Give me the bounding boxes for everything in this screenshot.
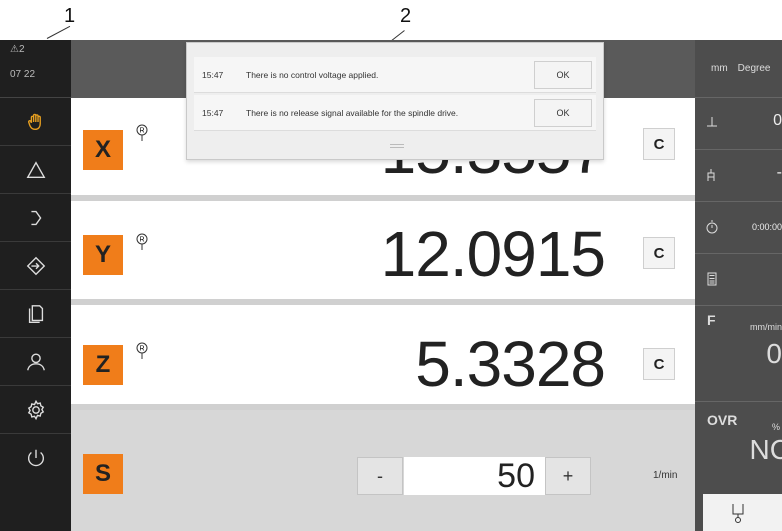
spindle-row: S - 50 + 1/min (71, 410, 695, 531)
menu-tables[interactable] (0, 290, 71, 338)
timer-row[interactable]: 0:00:00 (695, 202, 782, 254)
power-icon (27, 449, 44, 467)
override-block[interactable]: OVR % NC (695, 402, 782, 490)
menu-program-run[interactable] (0, 194, 71, 242)
stopwatch-icon (706, 220, 718, 234)
override-value: NC (749, 434, 782, 465)
message-text: There is no release signal available for… (246, 107, 459, 118)
axis-y-clear-button[interactable]: C (643, 237, 675, 269)
axis-x-button[interactable]: X (83, 130, 123, 170)
axis-z-button[interactable]: Z (83, 345, 123, 385)
callout-2: 2 (400, 5, 412, 27)
axis-x-clear-button[interactable]: C (643, 128, 675, 160)
calculator-row[interactable] (695, 254, 782, 306)
status-panel: mm Degree 0 - 0:00:00 F mm/min 0 OVR % N… (695, 40, 782, 531)
axis-z-clear-button[interactable]: C (643, 348, 675, 380)
message-text: There is no control voltage applied. (246, 69, 379, 80)
override-unit: % (771, 422, 780, 432)
arrow-bracket-icon (30, 210, 41, 225)
person-icon (26, 353, 45, 370)
svg-text:R: R (139, 128, 144, 135)
axis-y-value: 12.0915 (380, 218, 606, 290)
callout-1-leader (46, 25, 71, 39)
warning-count[interactable]: ⚠2 (10, 44, 71, 55)
reference-mark-icon: R (136, 233, 148, 250)
main-menu: ⚠2 07 22 (0, 40, 71, 531)
message-time: 15:47 (202, 107, 224, 118)
message-ok-button[interactable]: OK (534, 98, 592, 127)
feed-label: F (707, 312, 716, 328)
message-item: 15:47 There is no release signal availab… (194, 95, 596, 131)
reference-mark-icon: R (136, 342, 148, 359)
axis-row-y: Y R 12.0915 C (71, 201, 695, 305)
tool-row[interactable]: 0 (695, 98, 782, 150)
menu-power[interactable] (0, 434, 71, 482)
document-icon (28, 304, 43, 323)
tool-value: 0 (773, 112, 782, 129)
callout-1: 1 (64, 5, 76, 27)
message-ok-button[interactable]: OK (534, 60, 592, 89)
feed-block[interactable]: F mm/min 0 (695, 302, 782, 402)
axis-z-value: 5.3328 (415, 328, 606, 400)
calculator-icon (707, 272, 717, 286)
svg-text:R: R (139, 237, 144, 244)
unit-length: mm (711, 63, 728, 74)
message-item: 15:47 There is no control voltage applie… (194, 57, 596, 93)
axis-row-z: Z R 5.3328 C (71, 305, 695, 410)
reference-mark-icon: R (136, 124, 148, 141)
svg-text:R: R (139, 346, 144, 353)
drag-handle[interactable] (390, 144, 404, 148)
spindle-increase-button[interactable]: + (545, 457, 591, 495)
menu-manual-mode[interactable] (0, 98, 71, 146)
spindle-button[interactable]: S (83, 454, 123, 494)
spindle-decrease-button[interactable]: - (357, 457, 403, 495)
timer-value: 0:00:00 (751, 222, 782, 232)
message-time: 15:47 (202, 69, 224, 80)
override-label: OVR (707, 412, 738, 428)
message-list: 15:47 There is no control voltage applie… (186, 42, 604, 160)
triangle-icon (26, 160, 45, 178)
menu-settings[interactable] (0, 386, 71, 434)
menu-user[interactable] (0, 338, 71, 386)
feed-value: 0 (766, 338, 782, 369)
preset-row[interactable]: - (695, 150, 782, 202)
status-area: ⚠2 07 22 (0, 40, 71, 98)
diamond-arrow-icon (26, 256, 45, 275)
spindle-speed-input[interactable]: 50 (404, 457, 545, 495)
gear-icon (27, 399, 44, 420)
tool-icon (707, 117, 717, 127)
preset-icon (707, 169, 715, 181)
probe-icon (732, 503, 744, 523)
feed-unit: mm/min (750, 322, 782, 332)
clock: 07 22 (10, 69, 36, 80)
menu-mdi[interactable] (0, 146, 71, 194)
unit-angle: Degree (737, 63, 771, 74)
menu-file-management[interactable] (0, 242, 71, 290)
spindle-unit: 1/min (653, 470, 678, 481)
preset-value: - (776, 164, 782, 181)
axis-y-button[interactable]: Y (83, 235, 123, 275)
hand-icon (27, 113, 41, 130)
units-header[interactable]: mm Degree (695, 40, 782, 98)
probe-button[interactable] (703, 494, 782, 531)
